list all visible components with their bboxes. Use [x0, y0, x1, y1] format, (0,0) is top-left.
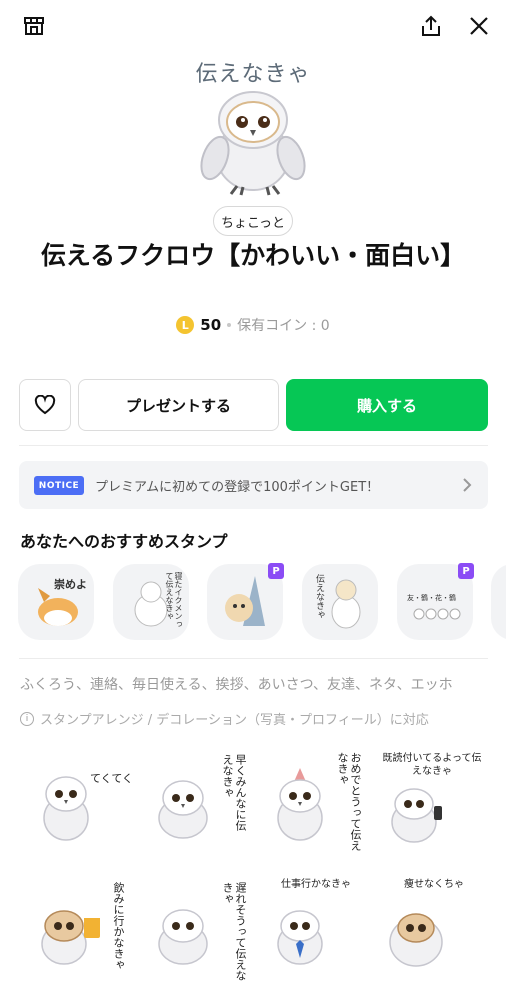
sticker-item[interactable]: 仕事行かなきゃ [256, 872, 368, 990]
recommend-title: あなたへのおすすめスタンプ [20, 532, 228, 551]
hero-sticker: 伝えなきゃ [0, 52, 506, 202]
sticker-text: てくてく [90, 772, 134, 785]
sticker-item[interactable]: 既読付いてるよって伝えなきゃ [374, 748, 486, 866]
sticker-item[interactable]: 痩せなくちゃ [374, 872, 486, 990]
coin-balance: 保有コイン : 0 [237, 318, 330, 334]
separator-dot [227, 323, 232, 327]
owl-illustration [158, 780, 208, 839]
sticker-text: 痩せなくちゃ [404, 879, 464, 890]
sticker-item[interactable]: 遅れそうって伝えなきゃ [139, 872, 251, 990]
keyword-tags: ふくろう、連絡、毎日使える、挨拶、あいさつ、友達、ネタ、エッホ [20, 677, 453, 693]
sticker-item[interactable]: おめでとうって伝えなきゃ [256, 748, 368, 866]
buy-button[interactable]: 購入する [286, 379, 488, 431]
premium-badge: P [268, 563, 284, 579]
sticker-text: 仕事行かなきゃ [281, 879, 351, 890]
sticker-item[interactable]: 早くみんなに伝えなきゃ [139, 748, 251, 866]
recommend-text: 寝たイクメンって伝えなきゃ [165, 572, 183, 628]
owl-illustration [200, 91, 306, 196]
page-title: 伝えるフクロウ【かわいい・面白い】 [40, 241, 466, 270]
sticker-text: 既読付いてるよって伝えなきゃ [382, 753, 482, 777]
recommend-item[interactable]: 寝たイクメンって伝えなきゃ [113, 564, 189, 640]
recommend-item[interactable]: 伝えなきゃ [302, 564, 378, 640]
divider [19, 445, 488, 446]
sticker-text: 遅れそうって伝えなきゃ [221, 882, 247, 981]
feature-info: i スタンプアレンジ / デコレーション（写真・プロフィール）に対応 [20, 709, 429, 728]
notice-banner[interactable]: NOTICE プレミアムに初めての登録で100ポイントGET！ [19, 461, 488, 509]
chevron-right-icon [463, 478, 472, 492]
owl-round-illustration [389, 913, 443, 967]
sticker-item[interactable]: 飲みに行かなきゃ [22, 872, 134, 990]
gift-button[interactable]: プレゼントする [78, 379, 279, 431]
shop-icon[interactable] [20, 12, 48, 40]
recommend-list: 崇めよ 寝たイクメンって伝えなきゃ P 伝えなきゃ 友・鶴・花・鶴 P [18, 562, 506, 642]
coin-icon: L [176, 316, 195, 334]
category-tag[interactable]: ちょこっと [213, 206, 293, 236]
feature-info-text: スタンプアレンジ / デコレーション（写真・プロフィール）に対応 [40, 713, 429, 728]
favorite-button[interactable] [19, 379, 71, 431]
price-amount: 50 [200, 316, 222, 334]
owl-illustration [158, 909, 208, 965]
owl-beer-illustration [41, 910, 100, 965]
recommend-item[interactable]: P [207, 563, 284, 640]
sticker-text: 早くみんなに伝えなきゃ [221, 754, 247, 831]
sticker-text: おめでとうって伝えなきゃ [336, 752, 362, 851]
sticker-text: 飲みに行かなきゃ [112, 882, 125, 970]
divider [19, 658, 488, 659]
info-icon: i [20, 711, 34, 726]
shark-cat-illustration [225, 576, 265, 626]
sticker-item[interactable]: てくてく [22, 748, 134, 866]
hero-caption: 伝えなきゃ [195, 62, 311, 87]
owl-tie-illustration [277, 910, 323, 965]
close-icon[interactable] [465, 12, 493, 40]
recommend-text: 伝えなきゃ [314, 574, 324, 619]
recommend-text: 崇めよ [54, 578, 87, 591]
top-bar [0, 0, 506, 56]
share-icon[interactable] [417, 12, 445, 40]
owl-party-illustration [277, 768, 323, 841]
owl-phone-illustration [391, 788, 442, 843]
price-row: L 50 保有コイン : 0 [0, 314, 506, 336]
recommend-item[interactable]: 崇めよ [18, 564, 94, 640]
recommend-item[interactable]: 友・鶴・花・鶴 P [397, 563, 474, 640]
recommend-item[interactable] [491, 564, 506, 640]
notice-text: プレミアムに初めての登録で100ポイントGET！ [95, 480, 380, 495]
recommend-text: 友・鶴・花・鶴 [407, 594, 456, 602]
notice-badge: NOTICE [34, 476, 84, 495]
premium-badge: P [458, 563, 474, 579]
heart-icon [34, 395, 56, 415]
